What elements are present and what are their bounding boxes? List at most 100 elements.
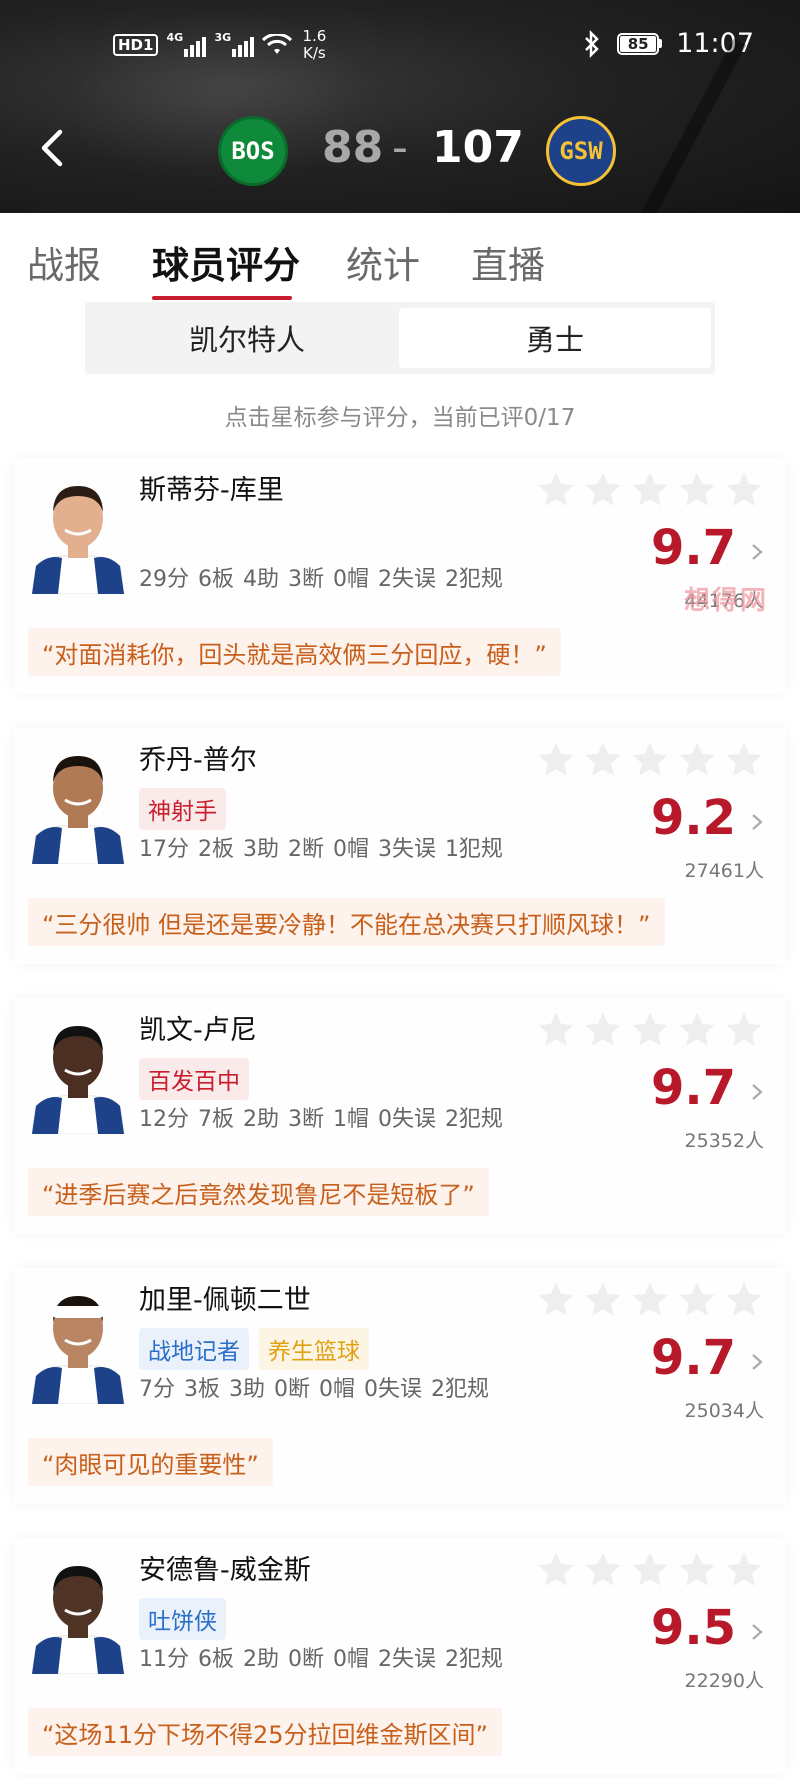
rate-star-icon[interactable] <box>724 1550 764 1590</box>
rate-star-icon[interactable] <box>724 1280 764 1320</box>
rate-star-icon[interactable] <box>536 1280 576 1320</box>
player-name: 加里-佩顿二世 <box>139 1285 311 1316</box>
rate-star-icon[interactable] <box>536 740 576 780</box>
bos-team-logo[interactable]: BOS <box>218 116 288 186</box>
player-badge: 养生篮球 <box>259 1328 369 1370</box>
rate-star-icon[interactable] <box>583 470 623 510</box>
rating-stars <box>536 1550 764 1590</box>
rate-star-icon[interactable] <box>630 1280 670 1320</box>
rate-star-icon[interactable] <box>630 740 670 780</box>
rate-star-icon[interactable] <box>583 1010 623 1050</box>
tab-player-ratings[interactable]: 球员评分 <box>152 235 300 289</box>
rating-hint: 点击星标参与评分，当前已评0/17 <box>224 405 576 431</box>
player-rating: 9.7 <box>650 1060 736 1116</box>
player-card[interactable]: 斯蒂芬-库里 29分 6板 4助 3断 0帽 2失误 2犯规 9.7 44176… <box>14 458 786 694</box>
voter-count: 25034人 <box>684 1400 764 1422</box>
rate-star-icon[interactable] <box>536 470 576 510</box>
signal-icon: 3G <box>214 31 255 57</box>
rate-star-icon[interactable] <box>536 1010 576 1050</box>
scoreboard: BOS 88 - 107 GSW <box>0 112 800 188</box>
team-switch-warriors[interactable]: 勇士 <box>399 308 711 368</box>
player-avatar <box>28 744 128 864</box>
featured-comment[interactable]: “这场11分下场不得25分拉回维金斯区间” <box>28 1708 502 1756</box>
player-badges: 神射手 <box>139 788 226 830</box>
rate-star-icon[interactable] <box>724 470 764 510</box>
home-score: 88 <box>322 122 384 173</box>
player-rating: 9.7 <box>650 1330 736 1386</box>
player-stats: 7分 3板 3助 0断 0帽 0失误 2犯规 <box>139 1377 489 1402</box>
clock: 11:07 <box>676 28 754 59</box>
player-avatar <box>28 1284 128 1404</box>
player-badge: 百发百中 <box>139 1058 249 1100</box>
chevron-right-icon[interactable] <box>750 1082 764 1102</box>
player-rating: 9.7 <box>650 520 736 576</box>
rating-stars <box>536 1010 764 1050</box>
tab-report[interactable]: 战报 <box>27 235 101 289</box>
player-badges: 吐饼侠 <box>139 1598 226 1640</box>
rate-star-icon[interactable] <box>583 1550 623 1590</box>
away-score: 107 <box>432 122 524 173</box>
player-name: 斯蒂芬-库里 <box>139 475 284 506</box>
hd-indicator: HD1 <box>113 34 159 56</box>
rate-star-icon[interactable] <box>677 470 717 510</box>
player-badges: 战地记者 养生篮球 <box>139 1328 369 1370</box>
player-card[interactable]: 乔丹-普尔 神射手 17分 2板 3助 2断 0帽 3失误 1犯规 9.2 27… <box>14 728 786 964</box>
featured-comment[interactable]: “肉眼可见的重要性” <box>28 1438 273 1486</box>
player-avatar <box>28 1014 128 1134</box>
player-badges: 百发百中 <box>139 1058 249 1100</box>
battery-icon: 85 <box>617 32 663 55</box>
rate-star-icon[interactable] <box>677 740 717 780</box>
active-tab-indicator <box>152 296 292 300</box>
rating-stars <box>536 470 764 510</box>
player-card[interactable]: 加里-佩顿二世 战地记者 养生篮球 7分 3板 3助 0断 0帽 0失误 2犯规 … <box>14 1268 786 1504</box>
voter-count: 27461人 <box>684 860 764 882</box>
player-avatar <box>28 1554 128 1674</box>
tab-bar: 战报 球员评分 统计 直播 <box>0 213 800 303</box>
rate-star-icon[interactable] <box>677 1280 717 1320</box>
rate-star-icon[interactable] <box>724 1010 764 1050</box>
rate-star-icon[interactable] <box>536 1550 576 1590</box>
chevron-right-icon[interactable] <box>750 1622 764 1642</box>
watermark: 想得网 <box>684 586 769 616</box>
voter-count: 25352人 <box>684 1130 764 1152</box>
player-rating: 9.5 <box>650 1600 736 1656</box>
gsw-team-logo[interactable]: GSW <box>546 116 616 186</box>
wifi-icon <box>262 32 293 56</box>
team-switch-celtics[interactable]: 凯尔特人 <box>91 308 403 368</box>
featured-comment[interactable]: “三分很帅 但是还是要冷静！不能在总决赛只打顺风球！” <box>28 898 665 946</box>
rating-stars <box>536 740 764 780</box>
featured-comment[interactable]: “进季后赛之后竟然发现鲁尼不是短板了” <box>28 1168 489 1216</box>
chevron-right-icon[interactable] <box>750 542 764 562</box>
player-stats: 12分 7板 2助 3断 1帽 0失误 2犯规 <box>139 1107 503 1132</box>
player-stats: 17分 2板 3助 2断 0帽 3失误 1犯规 <box>139 837 503 862</box>
rate-star-icon[interactable] <box>677 1010 717 1050</box>
tab-live[interactable]: 直播 <box>471 235 545 289</box>
game-header: HD1 4G 3G 1.6 K/s 85 11:07 BOS 88 - 107 … <box>0 0 800 213</box>
team-switch: 凯尔特人 勇士 <box>85 302 715 374</box>
chevron-right-icon[interactable] <box>750 1352 764 1372</box>
rate-star-icon[interactable] <box>677 1550 717 1590</box>
status-bar: HD1 4G 3G 1.6 K/s 85 11:07 <box>0 0 800 90</box>
player-stats: 11分 6板 2助 0断 0帽 2失误 2犯规 <box>139 1647 503 1672</box>
player-card[interactable]: 安德鲁-威金斯 吐饼侠 11分 6板 2助 0断 0帽 2失误 2犯规 9.5 … <box>14 1538 786 1774</box>
chevron-right-icon[interactable] <box>750 812 764 832</box>
rate-star-icon[interactable] <box>583 740 623 780</box>
player-name: 安德鲁-威金斯 <box>139 1555 311 1586</box>
rate-star-icon[interactable] <box>724 740 764 780</box>
player-badge: 吐饼侠 <box>139 1598 226 1640</box>
player-name: 乔丹-普尔 <box>139 745 257 776</box>
player-rating: 9.2 <box>650 790 736 846</box>
rate-star-icon[interactable] <box>630 1550 670 1590</box>
voter-count: 22290人 <box>684 1670 764 1692</box>
featured-comment[interactable]: “对面消耗你，回头就是高效俩三分回应，硬！” <box>28 628 561 676</box>
player-card[interactable]: 凯文-卢尼 百发百中 12分 7板 2助 3断 1帽 0失误 2犯规 9.7 2… <box>14 998 786 1234</box>
network-speed: 1.6 K/s <box>302 27 327 62</box>
rate-star-icon[interactable] <box>583 1280 623 1320</box>
rate-star-icon[interactable] <box>630 1010 670 1050</box>
rating-stars <box>536 1280 764 1320</box>
player-name: 凯文-卢尼 <box>139 1015 257 1046</box>
tab-stats[interactable]: 统计 <box>346 235 420 289</box>
rate-star-icon[interactable] <box>630 470 670 510</box>
player-avatar <box>28 474 128 594</box>
score-separator: - <box>392 122 408 173</box>
